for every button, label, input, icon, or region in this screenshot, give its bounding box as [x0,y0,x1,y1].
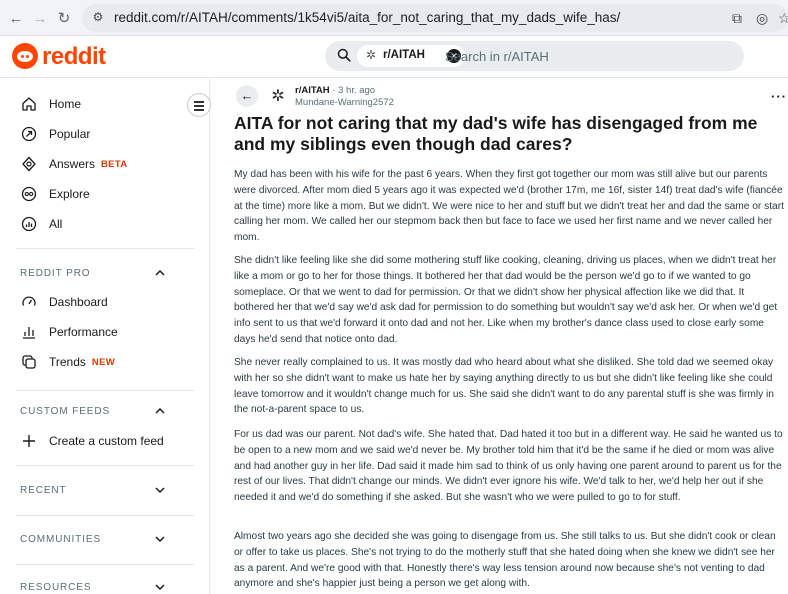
chip-label: r/AITAH [383,49,425,61]
section-heading-communities[interactable]: COMMUNITIES [20,534,101,545]
section-heading-reddit-pro[interactable]: REDDIT PRO [20,268,91,279]
chevron-down-icon[interactable] [154,484,166,496]
explore-icon [20,185,38,203]
sidebar-item-performance[interactable]: Performance [20,320,118,344]
section-heading-custom-feeds[interactable]: CUSTOM FEEDS [20,406,110,417]
sidebar-item-label: Dashboard [49,295,108,309]
sidebar-item-trends[interactable]: Trends NEW [20,350,115,374]
browser-toolbar: ← → ↻ ⚙ reddit.com/r/AITAH/comments/1k54… [0,0,788,36]
subreddit-icon: ✲ [365,48,377,62]
chevron-up-icon[interactable] [154,267,166,279]
post-age: 3 hr. ago [338,85,376,96]
sidebar-item-home[interactable]: Home [20,92,81,116]
sidebar-divider [16,248,194,249]
reddit-wordmark[interactable]: reddit [42,43,106,71]
post-paragraph: She never really complained to us. It wa… [234,357,774,416]
sidebar-item-dashboard[interactable]: Dashboard [20,290,108,314]
sidebar-item-label: All [49,217,63,231]
back-arrow-icon[interactable]: ← [6,8,26,28]
post-paragraph: My dad has been with his wife for the pa… [234,169,784,244]
sidebar-item-answers[interactable]: Answers BETA [20,152,127,176]
chevron-down-icon[interactable] [154,581,166,593]
sidebar-divider [16,515,194,516]
dashboard-icon [20,293,38,311]
subreddit-icon[interactable]: ✲ [268,87,288,107]
sidebar-item-label: Performance [49,325,118,339]
subreddit-link[interactable]: r/AITAH [295,85,330,96]
post-paragraph: Almost two years ago she decided she was… [234,531,776,590]
post-author[interactable]: Mundane-Warning2572 [295,97,394,108]
sidebar-item-label: Create a custom feed [49,434,164,448]
all-icon [20,215,38,233]
more-options-icon[interactable]: ··· [771,89,787,104]
trends-icon [20,353,38,371]
new-badge: NEW [91,356,115,368]
chevron-up-icon[interactable] [154,405,166,417]
reddit-logo-icon[interactable] [12,43,38,69]
sidebar-item-all[interactable]: All [20,212,62,236]
section-heading-resources[interactable]: RESOURCES [20,582,91,593]
search-input[interactable]: Search in r/AITAH [445,49,549,64]
sidebar-item-popular[interactable]: Popular [20,122,90,146]
post-title: AITA for not caring that my dad's wife h… [234,113,758,154]
sidebar-item-label: Popular [49,127,91,141]
answers-icon [20,155,38,173]
post-content: ← ✲ r/AITAH · 3 hr. ago Mundane-Warning2… [226,79,788,594]
sidebar-item-explore[interactable]: Explore [20,182,90,206]
sidebar-divider [16,465,194,466]
sidebar-item-label: Answers [49,157,96,171]
search-icon [337,48,351,62]
search-bar[interactable]: ✲ r/AITAH ✕ Search in r/AITAH [325,41,744,71]
section-heading-recent[interactable]: RECENT [20,485,67,496]
forward-arrow-icon[interactable]: → [30,8,50,28]
url-text[interactable]: reddit.com/r/AITAH/comments/1k54vi5/aita… [114,10,620,25]
beta-badge: BETA [101,158,128,170]
sidebar-item-label: Trends [49,355,86,369]
post-paragraph: For us dad was our parent. Not dad's wif… [234,429,783,504]
chevron-down-icon[interactable] [154,533,166,545]
popular-icon [20,125,38,143]
install-app-icon[interactable]: ⧉ [732,10,742,27]
post-meta: r/AITAH · 3 hr. ago [295,85,375,96]
sidebar-divider [16,564,194,565]
back-button[interactable]: ← [236,85,258,107]
create-custom-feed-button[interactable]: Create a custom feed [20,429,164,453]
tracking-protection-icon[interactable]: ◎ [756,10,768,27]
site-info-icon[interactable]: ⚙ [90,10,106,26]
bookmark-star-icon[interactable]: ☆ [778,10,788,27]
reload-icon[interactable]: ↻ [54,8,74,28]
collapse-sidebar-button[interactable] [187,93,211,117]
sidebar-item-label: Explore [49,187,90,201]
plus-icon [20,432,38,450]
reddit-header: reddit ✲ r/AITAH ✕ Search in r/AITAH [0,36,788,78]
home-icon [20,95,38,113]
performance-icon [20,323,38,341]
sidebar-divider [16,390,194,391]
address-bar[interactable]: ⚙ reddit.com/r/AITAH/comments/1k54vi5/ai… [82,4,788,32]
sidebar-item-label: Home [49,97,82,111]
post-paragraph: She didn't like feeling like she did som… [234,255,778,345]
